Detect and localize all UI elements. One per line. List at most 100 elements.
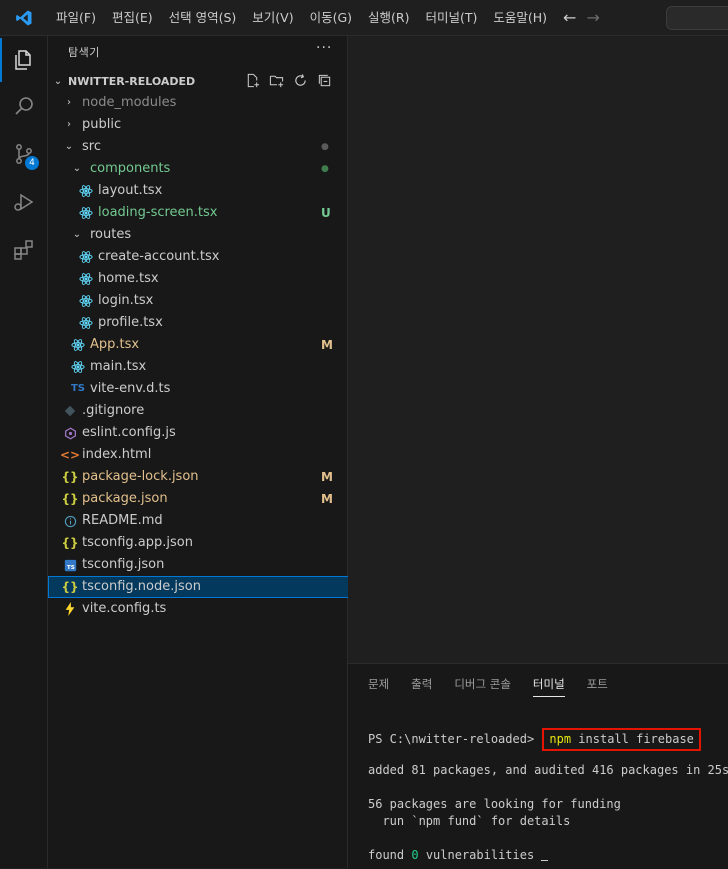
menu-item[interactable]: 선택 영역(S) — [161, 6, 245, 30]
folder-item[interactable]: ⌄ src ● — [48, 136, 361, 158]
chevron-right-icon: › — [67, 119, 71, 130]
file-item[interactable]: {} tsconfig.node.json — [48, 576, 361, 598]
file-item[interactable]: <> index.html — [48, 444, 361, 466]
new-file-icon[interactable] — [244, 72, 260, 88]
menu-item[interactable]: 편집(E) — [104, 6, 161, 30]
editor-area — [348, 36, 728, 663]
menu-item[interactable]: 터미널(T) — [418, 6, 486, 30]
tree-item-label: App.tsx — [90, 337, 140, 352]
menu-item[interactable]: 파일(F) — [48, 6, 104, 30]
forward-arrow-icon[interactable]: → — [586, 8, 599, 27]
tree-item-label: create-account.tsx — [98, 249, 220, 264]
tree-item-label: public — [82, 117, 122, 132]
search-icon[interactable] — [0, 84, 47, 128]
tree-item-label: package-lock.json — [82, 469, 199, 484]
more-actions-icon[interactable]: ··· — [316, 40, 332, 56]
menu-item[interactable]: 도움말(H) — [485, 6, 555, 30]
menu-item[interactable]: 실행(R) — [360, 6, 417, 30]
panel-tab[interactable]: 터미널 — [532, 676, 565, 697]
react-icon — [70, 359, 86, 375]
tree-item-label: login.tsx — [98, 293, 154, 308]
git-status-badge: M — [321, 338, 333, 352]
file-item[interactable]: profile.tsx — [48, 312, 377, 334]
command-args: install firebase — [571, 732, 694, 746]
file-item[interactable]: .gitignore — [48, 400, 361, 422]
file-item[interactable]: create-account.tsx — [48, 246, 377, 268]
panel-tab[interactable]: 출력 — [411, 676, 432, 697]
panel-tab[interactable]: 디버그 콘솔 — [454, 676, 511, 697]
chevron-down-icon: ⌄ — [64, 141, 74, 152]
tree-item-label: components — [90, 161, 171, 176]
extensions-icon[interactable] — [0, 228, 47, 272]
file-item[interactable]: README.md — [48, 510, 361, 532]
tree-item-label: routes — [90, 227, 132, 242]
file-item[interactable]: loading-screen.tsx U — [48, 202, 377, 224]
react-icon — [78, 205, 94, 221]
folder-item[interactable]: › public — [48, 114, 361, 136]
modified-dot-icon: ● — [321, 164, 329, 174]
tree-item-label: vite-env.d.ts — [90, 381, 171, 396]
command-npm: npm — [549, 732, 572, 746]
panel-tab[interactable]: 포트 — [587, 676, 608, 697]
file-item[interactable]: {} package.json M — [48, 488, 361, 510]
refresh-icon[interactable] — [292, 72, 308, 88]
back-arrow-icon[interactable]: ← — [563, 8, 576, 27]
source-control-icon[interactable]: 4 — [0, 132, 47, 176]
terminal-output[interactable]: PS C:\nwitter-reloaded> npm install fire… — [368, 728, 728, 864]
file-item[interactable]: vite.config.ts — [48, 598, 361, 620]
info-icon — [62, 513, 78, 529]
vite-lightning-icon — [62, 601, 78, 617]
folder-item[interactable]: ⌄ components ● — [48, 158, 369, 180]
json-braces-icon: {} — [61, 470, 79, 484]
git-status-badge: U — [321, 206, 331, 220]
folder-header[interactable]: ⌄ NWITTER-RELOADED — [48, 70, 347, 92]
tree-item-label: vite.config.ts — [82, 601, 167, 616]
chevron-down-icon: ⌄ — [72, 229, 82, 240]
menu-item[interactable]: 보기(V) — [244, 6, 301, 30]
chevron-right-icon: › — [67, 97, 71, 108]
chevron-down-icon: ⌄ — [72, 163, 82, 174]
terminal-line-funding: 56 packages are looking for funding — [368, 797, 621, 811]
tsconfig-icon: TS — [62, 557, 78, 573]
tree-item-label: src — [82, 139, 101, 154]
explorer-icon[interactable] — [0, 38, 47, 82]
terminal-cursor — [541, 860, 549, 861]
chevron-down-icon: ⌄ — [53, 75, 63, 87]
file-item[interactable]: App.tsx M — [48, 334, 369, 356]
terminal-line-fund-cmd: run `npm fund` for details — [368, 814, 571, 828]
found-prefix: found — [368, 848, 412, 862]
run-debug-icon[interactable] — [0, 180, 47, 224]
file-item[interactable]: layout.tsx — [48, 180, 377, 202]
folder-item[interactable]: › node_modules — [48, 92, 361, 114]
sidebar-title: 탐색기 — [68, 46, 100, 59]
tree-item-label: loading-screen.tsx — [98, 205, 218, 220]
file-item[interactable]: TS vite-env.d.ts — [48, 378, 369, 400]
new-folder-icon[interactable] — [268, 72, 284, 88]
json-braces-icon: {} — [61, 536, 79, 550]
command-center-search[interactable] — [666, 6, 728, 30]
file-item[interactable]: login.tsx — [48, 290, 377, 312]
file-item[interactable]: eslint.config.js — [48, 422, 361, 444]
json-braces-icon: {} — [61, 492, 79, 506]
file-item[interactable]: home.tsx — [48, 268, 377, 290]
collapse-all-icon[interactable] — [316, 72, 332, 88]
react-icon — [78, 183, 94, 199]
activity-bar: 4 — [0, 36, 48, 868]
file-item[interactable]: main.tsx — [48, 356, 369, 378]
file-item[interactable]: {} package-lock.json M — [48, 466, 361, 488]
tree-item-label: README.md — [82, 513, 163, 528]
vulnerability-count: 0 — [411, 848, 419, 862]
folder-item[interactable]: ⌄ routes — [48, 224, 369, 246]
menu-item[interactable]: 이동(G) — [302, 6, 360, 30]
tree-item-label: tsconfig.app.json — [82, 535, 193, 550]
vscode-logo-icon — [0, 0, 48, 35]
react-icon — [78, 249, 94, 265]
panel-tab[interactable]: 문제 — [368, 676, 389, 697]
tree-item-label: tsconfig.node.json — [82, 579, 201, 594]
navigation-arrows: ← → — [563, 8, 600, 27]
modified-dot-icon: ● — [321, 142, 329, 152]
terminal-command-line: PS C:\nwitter-reloaded> npm install fire… — [368, 728, 728, 751]
file-item[interactable]: {} tsconfig.app.json — [48, 532, 361, 554]
file-item[interactable]: TS tsconfig.json — [48, 554, 361, 576]
tree-item-label: eslint.config.js — [82, 425, 176, 440]
